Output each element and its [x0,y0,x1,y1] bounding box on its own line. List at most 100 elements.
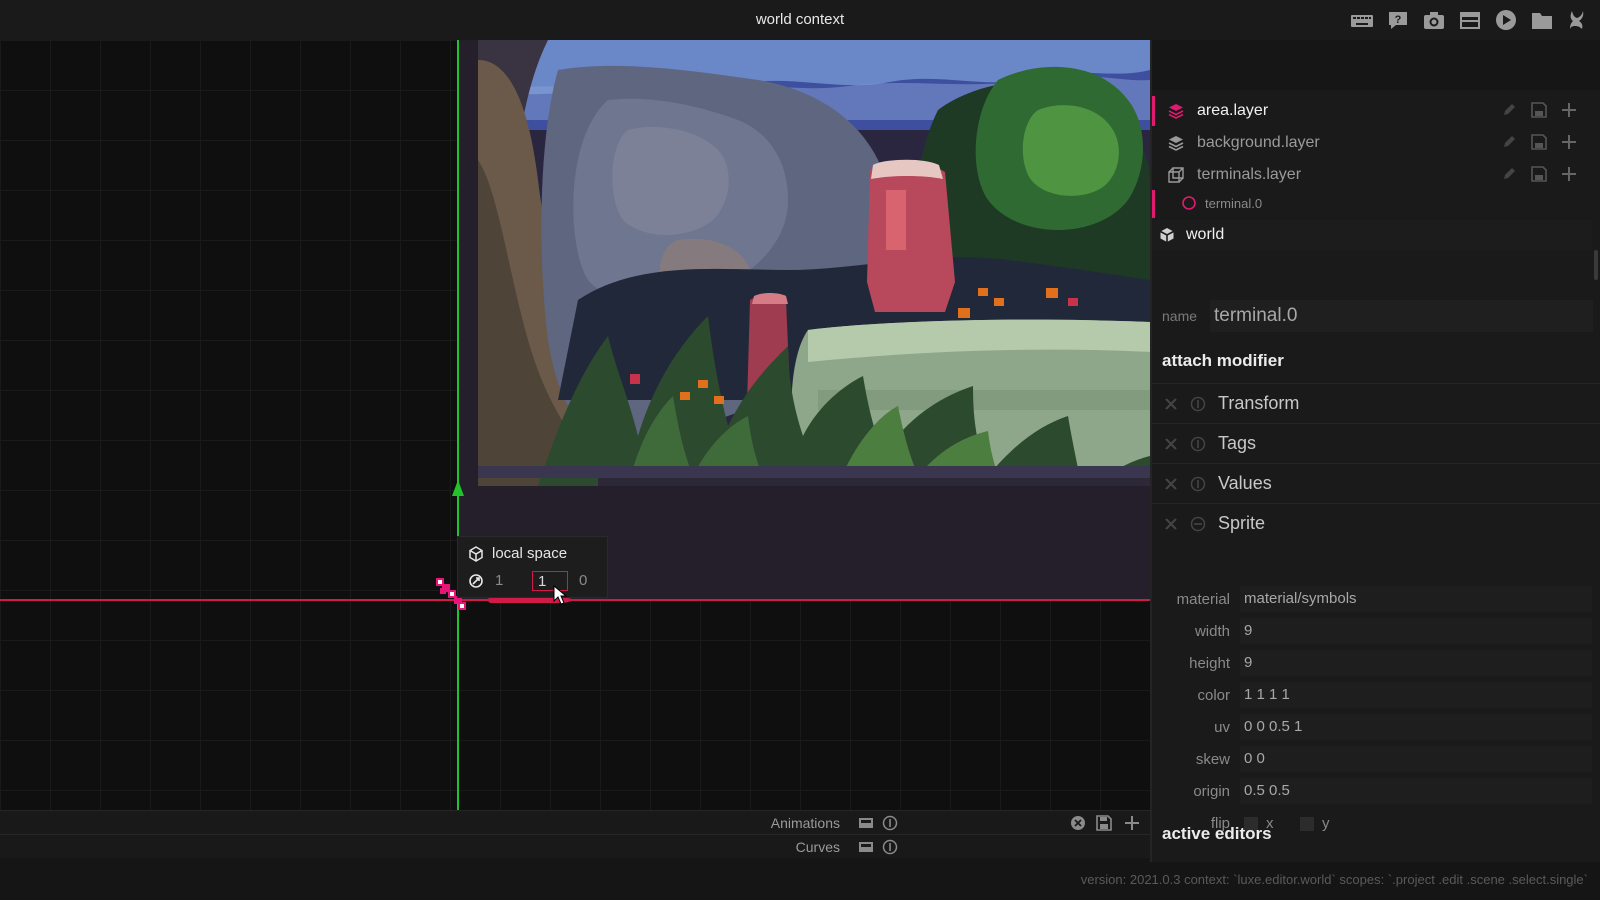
selection-indicator [1152,96,1155,126]
svg-text:?: ? [1395,14,1402,26]
status-text: version: 2021.0.3 context: `luxe.editor.… [1080,872,1588,887]
modifier-transform[interactable]: Transform [1152,383,1600,423]
close-circle-icon[interactable] [1070,815,1086,831]
circle-icon [1182,196,1196,210]
origin-input[interactable]: 0.5 0.5 [1240,778,1592,804]
skew-input[interactable]: 0 0 [1240,746,1592,772]
material-input[interactable]: material/symbols [1240,586,1592,612]
uv-input[interactable]: 0 0 0.5 1 [1240,714,1592,740]
close-icon[interactable] [1164,477,1178,491]
add-icon[interactable] [1561,102,1577,118]
layer-item-background[interactable]: background.layer [1157,128,1587,158]
cube-icon [469,545,483,562]
info-icon[interactable] [882,839,898,855]
layer-item-terminals[interactable]: terminals.layer [1157,160,1587,190]
prop-label: skew [1195,751,1230,768]
prop-label: origin [1193,783,1230,800]
flip-y-label: y [1322,815,1330,832]
world-item[interactable]: world [1152,220,1592,250]
world-name: world [1186,226,1225,243]
animations-label: Animations [770,815,840,831]
flip-y-checkbox[interactable] [1300,817,1314,831]
luxe-icon[interactable] [1564,6,1592,34]
close-icon[interactable] [1164,437,1178,451]
layers-icon [1168,136,1184,151]
active-editors-title[interactable]: active editors [1162,824,1272,844]
layer-item-area[interactable]: area.layer [1157,96,1587,126]
folder-icon[interactable] [1528,6,1556,34]
info-icon[interactable] [1190,436,1206,452]
prop-origin: origin 0.5 0.5 [1152,776,1600,806]
attach-modifier-title[interactable]: attach modifier [1162,351,1284,371]
keyboard-icon[interactable] [1348,6,1376,34]
info-icon[interactable] [1190,396,1206,412]
modifier-values[interactable]: Values [1152,463,1600,503]
scene-pixel-art [478,40,1150,486]
curves-label: Curves [795,839,840,855]
layer-name: background.layer [1197,134,1320,151]
modifier-sprite[interactable]: Sprite [1152,503,1600,543]
scrollbar[interactable] [1594,250,1598,280]
layer-name: area.layer [1197,102,1269,119]
local-space-title: local space [492,545,568,562]
world-cube-icon [1160,228,1174,242]
edit-icon[interactable] [1501,134,1517,150]
axis-y-handle[interactable] [452,480,464,496]
collapse-icon[interactable] [1190,516,1206,532]
prop-label: color [1197,687,1230,704]
edit-icon[interactable] [1501,166,1517,182]
camera-icon[interactable] [1420,6,1448,34]
toolbar: ? [1348,6,1592,34]
add-icon[interactable] [1561,166,1577,182]
help-icon[interactable]: ? [1384,6,1412,34]
height-input[interactable]: 9 [1240,650,1592,676]
local-space-panel: local space 1 1 0 [457,536,608,598]
prop-skew: skew 0 0 [1152,744,1600,774]
play-icon[interactable] [1492,6,1520,34]
entity-item-terminal[interactable]: terminal.0 [1157,190,1587,216]
save-icon[interactable] [1531,166,1547,182]
curves-row: Curves [0,834,1150,858]
prop-color: color 1 1 1 1 [1152,680,1600,710]
name-row: name terminal.0 [1152,296,1600,336]
name-input[interactable]: terminal.0 [1210,300,1593,332]
layer-name: terminals.layer [1197,166,1302,183]
scale-icon[interactable] [468,573,484,589]
scale-x-input[interactable]: 1 [490,571,526,591]
modifier-name: Sprite [1218,513,1266,533]
inspector-panel: area.layer background.layer terminals.la… [1150,40,1600,862]
add-icon[interactable] [1124,815,1140,831]
close-icon[interactable] [1164,397,1178,411]
scale-z-input[interactable]: 0 [574,571,610,591]
color-input[interactable]: 1 1 1 1 [1240,682,1592,708]
entity-name: terminal.0 [1205,195,1263,211]
modifier-name: Transform [1218,393,1300,413]
modifier-name: Tags [1218,433,1257,453]
title-bar: world context ? [0,0,1600,40]
prop-label: height [1189,655,1230,672]
close-icon[interactable] [1164,517,1178,531]
status-bar: version: 2021.0.3 context: `luxe.editor.… [0,862,1600,900]
save-icon[interactable] [1531,134,1547,150]
info-icon[interactable] [1190,476,1206,492]
modifier-tags[interactable]: Tags [1152,423,1600,463]
panel-toggle-icon[interactable] [858,815,874,831]
selection-indicator [1152,190,1155,218]
prop-uv: uv 0 0 0.5 1 [1152,712,1600,742]
scene-viewport[interactable]: local space 1 1 0 [0,40,1150,810]
edit-icon[interactable] [1501,102,1517,118]
save-icon[interactable] [1096,815,1112,831]
add-icon[interactable] [1561,134,1577,150]
width-input[interactable]: 9 [1240,618,1592,644]
prop-label: uv [1214,719,1230,736]
prop-height: height 9 [1152,648,1600,678]
layers-icon [1168,104,1184,119]
name-label: name [1162,308,1198,324]
info-icon[interactable] [882,815,898,831]
window-icon[interactable] [1456,6,1484,34]
prop-label: material [1176,591,1230,608]
panel-toggle-icon[interactable] [858,839,874,855]
cube-outline-icon [1168,167,1184,183]
animations-row: Animations [0,810,1150,834]
save-icon[interactable] [1531,102,1547,118]
